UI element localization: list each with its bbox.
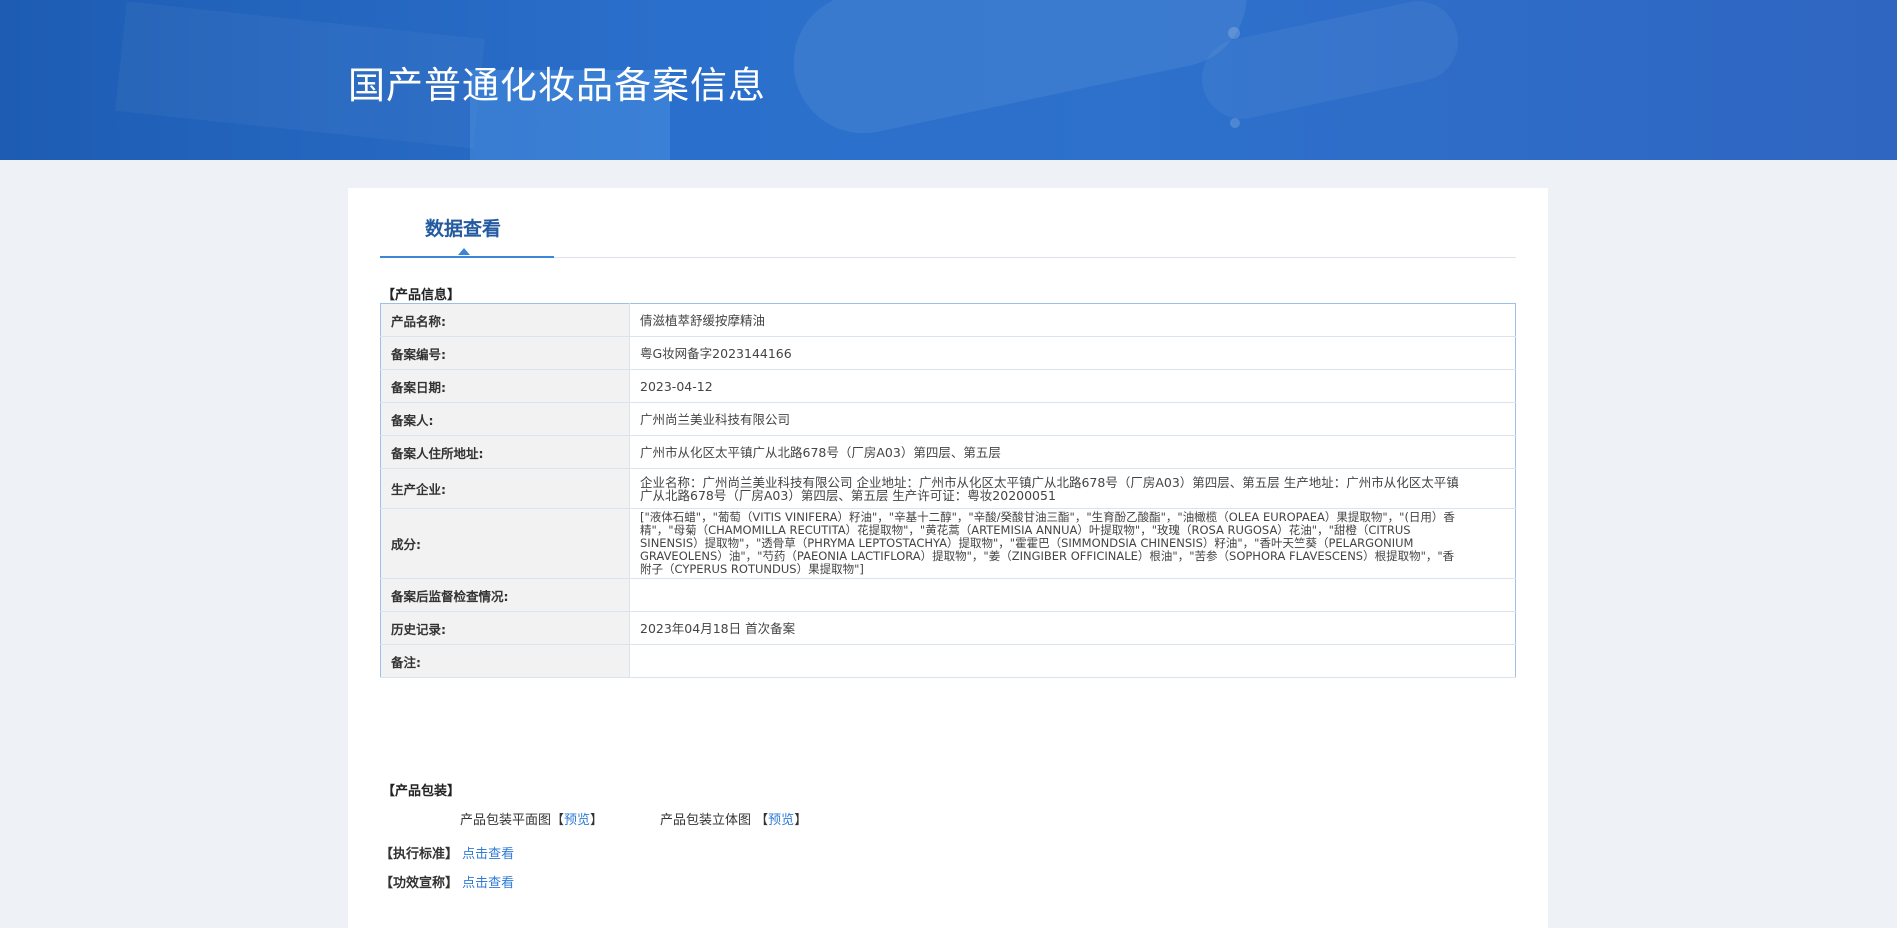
packaging-solid-item: 产品包装立体图 【预览】 (660, 809, 807, 828)
table-row: 备案编号: 粤G妆网备字2023144166 (380, 336, 1516, 370)
row-label: 生产企业: (380, 468, 630, 509)
content-panel: 数据查看 【产品信息】 产品名称: 倩滋植萃舒缓按摩精油 备案编号: 粤G妆网备… (348, 188, 1548, 928)
row-value: 2023年04月18日 首次备案 (629, 611, 1516, 645)
packaging-flat-item: 产品包装平面图【预览】 (460, 809, 603, 828)
table-row: 备案后监督检查情况: (380, 578, 1516, 612)
table-row: 备案人: 广州尚兰美业科技有限公司 (380, 402, 1516, 436)
product-info-table: 产品名称: 倩滋植萃舒缓按摩精油 备案编号: 粤G妆网备字2023144166 … (380, 303, 1516, 678)
preview-solid-link[interactable]: 预览 (768, 813, 794, 828)
section-efficacy: 【功效宣称】 (380, 876, 459, 891)
packaging-solid-label: 产品包装立体图 (660, 813, 752, 828)
row-value: 2023-04-12 (629, 369, 1516, 403)
row-label: 备注: (380, 644, 630, 678)
table-row: 备注: (380, 644, 1516, 678)
section-packaging: 【产品包装】 (382, 784, 461, 799)
row-label: 成分: (380, 508, 630, 579)
bracket-close: 】 (794, 813, 808, 828)
tab-label: 数据查看 (424, 218, 501, 240)
banner-decoration (1228, 27, 1240, 39)
section-standard: 【执行标准】 (380, 847, 459, 862)
packaging-flat-label: 产品包装平面图 (460, 813, 552, 828)
bracket-close: 】 (590, 813, 604, 828)
row-value: 企业名称：广州尚兰美业科技有限公司 企业地址：广州市从化区太平镇广从北路678号… (629, 468, 1516, 509)
page-title: 国产普通化妆品备案信息 (348, 64, 766, 107)
table-row: 历史记录: 2023年04月18日 首次备案 (380, 611, 1516, 645)
row-label: 产品名称: (380, 303, 630, 337)
bracket-open: 【 (551, 813, 565, 828)
row-value (629, 578, 1516, 612)
row-label: 备案人住所地址: (380, 435, 630, 469)
banner-decoration (780, 0, 1260, 147)
page-banner: 国产普通化妆品备案信息 (0, 0, 1897, 160)
row-value (629, 644, 1516, 678)
row-value: 粤G妆网备字2023144166 (629, 336, 1516, 370)
bracket-open: 【 (755, 813, 769, 828)
row-label: 备案日期: (380, 369, 630, 403)
row-label: 历史记录: (380, 611, 630, 645)
row-label: 备案编号: (380, 336, 630, 370)
caret-up-icon (458, 248, 470, 255)
efficacy-row: 【功效宣称】 点击查看 (380, 872, 514, 891)
table-row: 生产企业: 企业名称：广州尚兰美业科技有限公司 企业地址：广州市从化区太平镇广从… (380, 468, 1516, 509)
efficacy-view-link[interactable]: 点击查看 (462, 876, 514, 891)
row-value: 广州尚兰美业科技有限公司 (629, 402, 1516, 436)
standard-row: 【执行标准】 点击查看 (380, 843, 514, 862)
tab-bar: 数据查看 (380, 188, 1516, 258)
table-row: 产品名称: 倩滋植萃舒缓按摩精油 (380, 303, 1516, 337)
preview-flat-link[interactable]: 预览 (564, 813, 590, 828)
section-product-info: 【产品信息】 (382, 288, 461, 303)
row-value: 倩滋植萃舒缓按摩精油 (629, 303, 1516, 337)
table-row: 成分: ["液体石蜡"，"葡萄（VITIS VINIFERA）籽油"，"辛基十二… (380, 508, 1516, 579)
standard-view-link[interactable]: 点击查看 (462, 847, 514, 862)
row-label: 备案人: (380, 402, 630, 436)
table-row: 备案人住所地址: 广州市从化区太平镇广从北路678号（厂房A03）第四层、第五层 (380, 435, 1516, 469)
banner-decoration (1230, 118, 1240, 128)
row-value: 广州市从化区太平镇广从北路678号（厂房A03）第四层、第五层 (629, 435, 1516, 469)
table-row: 备案日期: 2023-04-12 (380, 369, 1516, 403)
tab-data-view[interactable]: 数据查看 (380, 188, 554, 258)
row-value: ["液体石蜡"，"葡萄（VITIS VINIFERA）籽油"，"辛基十二醇"，"… (629, 508, 1516, 579)
row-label: 备案后监督检查情况: (380, 578, 630, 612)
